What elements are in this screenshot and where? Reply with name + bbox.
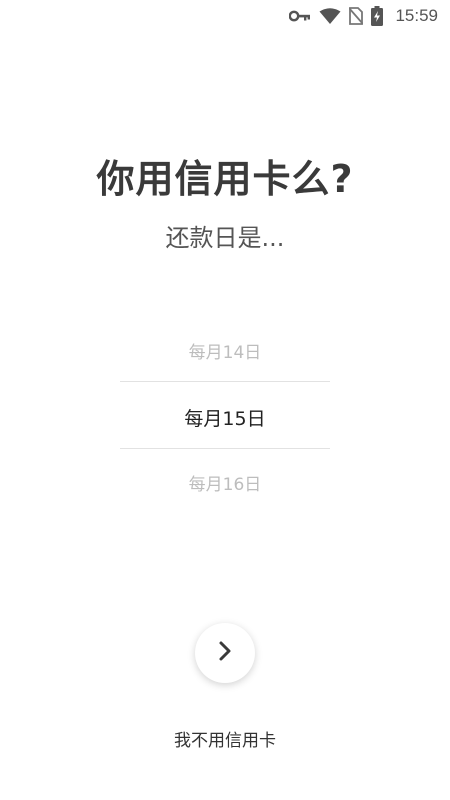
wifi-icon <box>319 7 341 25</box>
picker-divider-top <box>120 381 330 382</box>
battery-charging-icon <box>371 6 384 26</box>
next-button[interactable] <box>195 623 255 683</box>
picker-divider-bottom <box>120 448 330 449</box>
screen: 15:59 你用信用卡么? 还款日是... 每月14日 每月15日 每月16日 … <box>0 0 450 800</box>
key-icon <box>289 9 311 23</box>
page-subtitle: 还款日是... <box>165 224 285 252</box>
picker-option-next[interactable]: 每月16日 <box>120 470 330 495</box>
chevron-right-icon <box>215 639 235 667</box>
picker-option-prev[interactable]: 每月14日 <box>120 338 330 363</box>
picker-option-selected[interactable]: 每月15日 <box>120 404 330 431</box>
status-bar: 15:59 <box>0 0 450 32</box>
status-time: 15:59 <box>395 6 438 25</box>
no-sim-icon <box>349 7 364 25</box>
no-credit-card-link[interactable]: 我不用信用卡 <box>0 726 450 751</box>
page-title: 你用信用卡么? <box>96 157 354 201</box>
due-date-picker[interactable]: 每月14日 每月15日 每月16日 <box>120 318 330 514</box>
